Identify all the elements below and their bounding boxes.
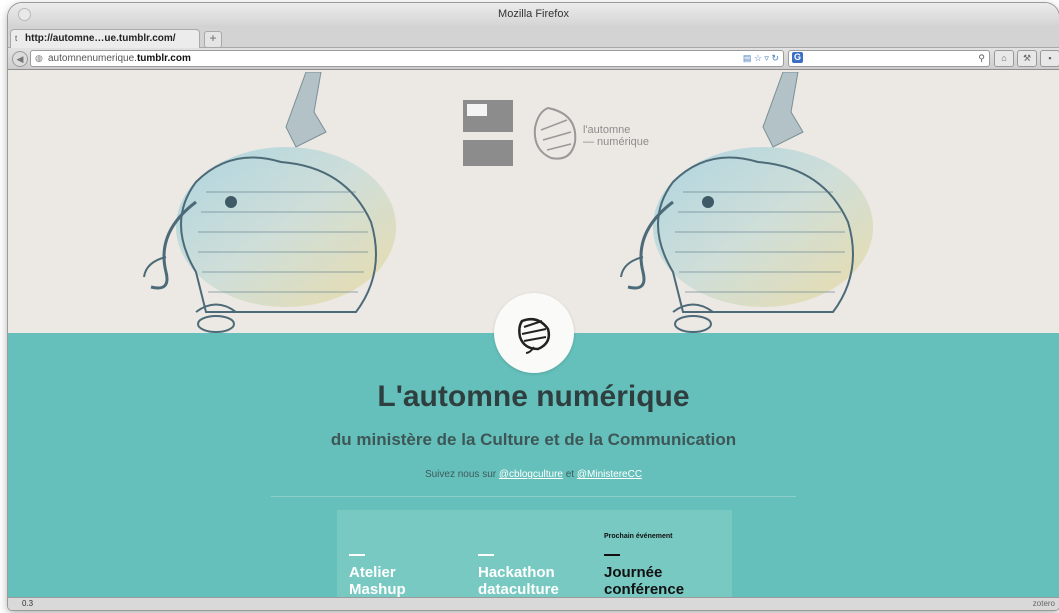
search-engine-icon[interactable]: G — [792, 52, 803, 63]
navigation-toolbar: ◀ ◍ automnenumerique.tumblr.com ▤ ☆ ▿ ↻ … — [8, 48, 1059, 70]
page-title: L'automne numérique — [377, 380, 690, 413]
logo-group: l'automne — numérique — [463, 100, 653, 170]
page-content: l'automne — numérique L'automne numériqu… — [8, 70, 1059, 598]
zotero-button[interactable]: zotero — [1033, 598, 1055, 610]
card-dash — [478, 554, 494, 556]
address-bar[interactable]: ◍ automnenumerique.tumblr.com ▤ ☆ ▿ ↻ — [30, 50, 784, 67]
divider — [271, 496, 796, 497]
back-button[interactable]: ◀ — [12, 51, 28, 67]
tab-label: http://automne…ue.tumblr.com/ — [25, 33, 176, 44]
browser-window: Mozilla Firefox t http://automne…ue.tumb… — [8, 3, 1059, 610]
card-dash — [604, 554, 620, 556]
event-card-hackathon[interactable]: Hackathon dataculture — [478, 554, 559, 598]
bookmark-star-icon[interactable]: ▤ ☆ ▿ ↻ — [743, 52, 779, 65]
status-bar: 0.3 zotero — [8, 597, 1059, 610]
automne-logo-text: l'automne — numérique — [583, 124, 650, 148]
tumblr-favicon-icon: t — [15, 34, 18, 43]
tab-automne[interactable]: t http://automne…ue.tumblr.com/ — [10, 29, 200, 48]
site-identity-icon[interactable]: ◍ — [35, 53, 43, 64]
title-bar: Mozilla Firefox — [8, 3, 1059, 25]
event-card-atelier[interactable]: Atelier Mashup — [349, 554, 406, 598]
search-bar[interactable]: G ⚲ — [788, 50, 990, 67]
tools-icon[interactable]: ⚒ — [1017, 50, 1037, 67]
new-tab-button[interactable]: + — [204, 31, 222, 48]
next-event-label: Prochain événement — [604, 533, 673, 540]
elephant-illustration-left — [143, 72, 396, 333]
close-window-button[interactable] — [18, 8, 31, 21]
follow-line: Suivez nous sur @cblogculture et @Minist… — [424, 469, 643, 480]
leaf-badge — [494, 293, 574, 373]
cblogculture-link[interactable]: @cblogculture — [499, 469, 563, 480]
event-card-journee[interactable]: Prochain événement Journée conférence — [604, 533, 684, 598]
window-title: Mozilla Firefox — [498, 8, 569, 20]
extension-icon[interactable]: ▪ — [1040, 50, 1059, 67]
card-dash — [349, 554, 365, 556]
address-url: automnenumerique.tumblr.com — [48, 53, 191, 64]
search-icon[interactable]: ⚲ — [978, 52, 985, 65]
events-panel: Atelier Mashup Hackathon dataculture Pro… — [337, 510, 732, 598]
leaf-icon — [518, 318, 551, 354]
status-left-text: 0.3 — [22, 599, 34, 608]
ministerecc-link[interactable]: @MinistereCC — [577, 469, 642, 480]
tab-bar: t http://automne…ue.tumblr.com/ + — [8, 25, 1059, 48]
home-icon[interactable]: ⌂ — [994, 50, 1014, 67]
page-subtitle: du ministère de la Culture et de la Comm… — [330, 430, 737, 449]
